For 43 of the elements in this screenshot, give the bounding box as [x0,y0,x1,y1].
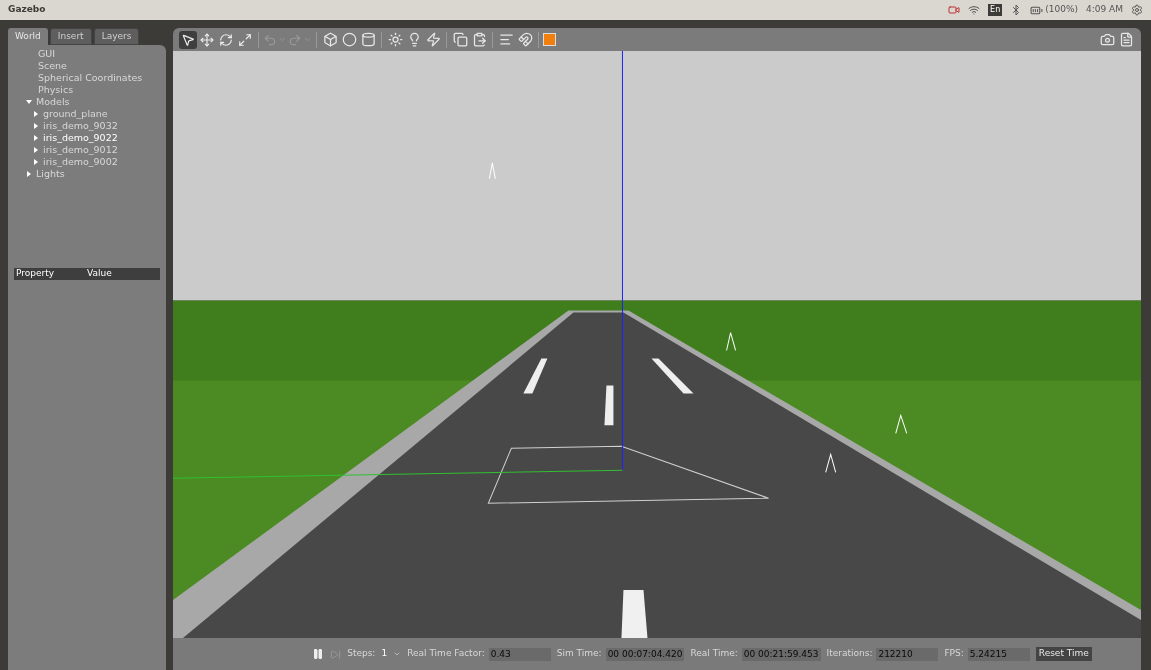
pause-icon[interactable] [312,648,325,660]
panel-tab[interactable]: Insert [49,28,92,45]
caret-icon[interactable] [393,650,402,658]
status-label: Iterations: [826,647,873,661]
status-field: 0.43 [488,647,551,661]
reset-time-button[interactable]: Reset Time [1035,647,1092,661]
panel-tab[interactable]: World [8,28,48,45]
column-header[interactable]: Property [14,267,87,281]
box-icon[interactable] [321,30,339,49]
cylinder-icon[interactable] [359,30,377,49]
collapsed-arrow-icon[interactable] [33,159,39,165]
status-label: Real Time: [690,647,738,661]
wifi-icon[interactable] [968,4,981,16]
column-header[interactable]: Value [87,267,112,281]
steps-value[interactable]: 1 [381,647,388,661]
copy-icon[interactable] [451,30,469,49]
collapsed-arrow-icon[interactable] [33,147,39,153]
status-field: 212210 [876,647,939,661]
panel-tab[interactable]: Layers [93,28,140,45]
collapsed-arrow-icon[interactable] [33,123,39,129]
status-label: Real Time Factor: [407,647,485,661]
sphere-icon[interactable] [340,30,358,49]
lightning-icon[interactable] [424,30,442,49]
steps-label: Steps: [347,647,376,661]
window-title: Gazebo [8,3,46,17]
collapsed-arrow-icon[interactable] [33,111,39,117]
camera-icon[interactable] [948,4,961,16]
settings-icon[interactable] [1131,4,1143,16]
magnet-icon[interactable] [516,30,534,49]
clock[interactable]: 4:09 AM [1086,3,1123,17]
collapsed-arrow-icon[interactable] [33,135,39,141]
sun-icon[interactable] [386,30,404,49]
status-field: 5.24215 [967,647,1030,661]
battery-text: (100%) [1045,3,1078,17]
status-label: Sim Time: [556,647,602,661]
collapsed-arrow-icon[interactable] [26,171,32,177]
status-label: FPS: [944,647,964,661]
keyboard-indicator[interactable]: En [988,4,1003,16]
status-field: 00 00:07:04.420 [605,647,685,661]
status-field: 00 00:21:59.453 [741,647,821,661]
expanded-arrow-icon[interactable] [26,99,32,105]
pointer-icon[interactable] [179,30,197,49]
cube-icon[interactable] [543,33,556,46]
